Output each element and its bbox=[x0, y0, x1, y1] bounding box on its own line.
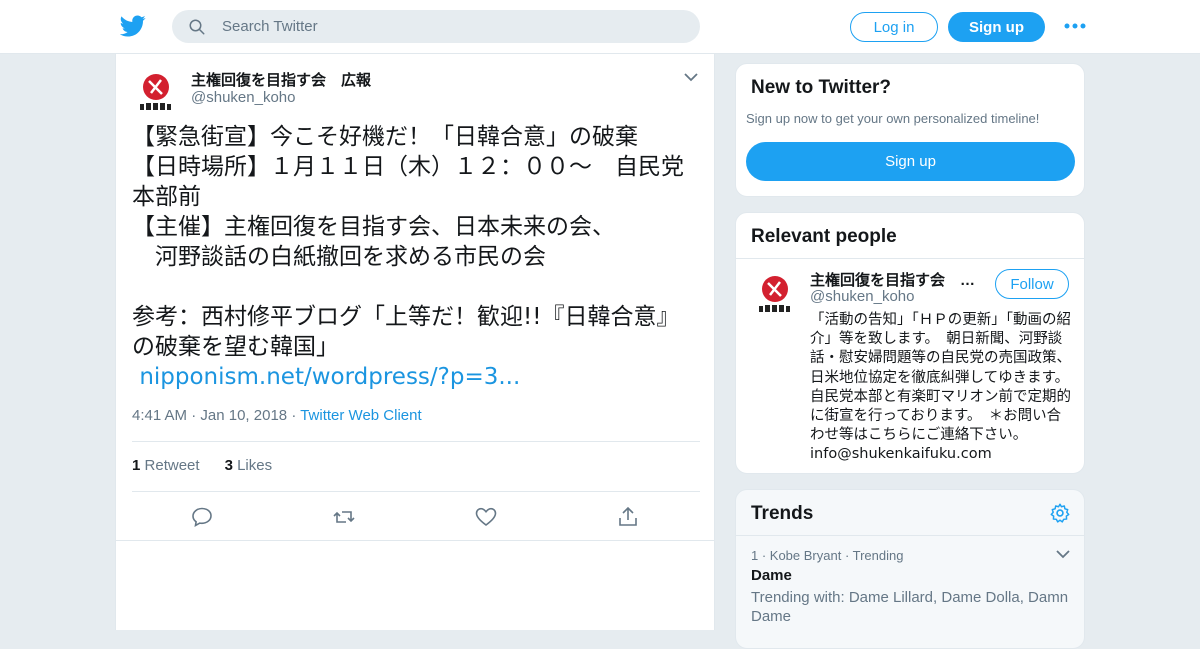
tweet-detail: 主権回復を目指す会 広報 @shuken_koho 【緊急街宣】今こそ好機だ！「… bbox=[115, 54, 715, 630]
twitter-bird-icon[interactable] bbox=[120, 13, 146, 39]
person-bio: 「活動の告知」「ＨＰの更新」「動画の紹介」等を致します。 朝日新聞、河野談話・慰… bbox=[810, 312, 1077, 463]
relevant-people-card: Relevant people 主権回復を目指す会 … @shuken_koho… bbox=[735, 212, 1085, 474]
chevron-down-icon[interactable] bbox=[1056, 549, 1070, 559]
like-heart-icon[interactable] bbox=[474, 505, 498, 529]
search-icon bbox=[189, 19, 205, 35]
separator-dot: · bbox=[291, 407, 297, 424]
retweet-stat-label: Retweet bbox=[144, 457, 200, 474]
author-name[interactable]: 主権回復を目指す会 広報 bbox=[191, 69, 371, 90]
like-stat[interactable]: 3 Likes bbox=[225, 457, 273, 474]
person-avatar-image bbox=[757, 276, 793, 313]
share-icon[interactable] bbox=[616, 505, 640, 529]
card-title: New to Twitter? bbox=[751, 77, 892, 98]
tweet-link[interactable]: nipponism.net/wordpress/?p=3... bbox=[132, 364, 520, 390]
divider bbox=[132, 491, 700, 492]
login-button[interactable]: Log in bbox=[850, 12, 938, 42]
search-input[interactable] bbox=[222, 10, 682, 43]
divider bbox=[116, 540, 714, 541]
more-dots-icon[interactable] bbox=[1064, 20, 1086, 32]
card-title: Relevant people bbox=[751, 226, 897, 247]
retweet-icon[interactable] bbox=[332, 505, 356, 529]
tweet-date[interactable]: Jan 10, 2018 bbox=[200, 407, 287, 424]
card-title: Trends bbox=[751, 503, 814, 524]
person-avatar[interactable] bbox=[751, 270, 799, 318]
top-navigation-bar: Log in Sign up bbox=[0, 0, 1200, 54]
search-box bbox=[172, 10, 700, 43]
retweet-stat[interactable]: 1 Retweet bbox=[132, 457, 200, 474]
author-avatar-image bbox=[138, 74, 174, 111]
tweet-stats: 1 Retweet 3 Likes bbox=[132, 457, 272, 474]
author-handle[interactable]: @shuken_koho bbox=[191, 89, 295, 106]
tweet-text: 【緊急街宣】今こそ好機だ！「日韓合意」の破棄 【日時場所】１月１１日（木）１２：… bbox=[132, 122, 702, 392]
chevron-down-icon[interactable] bbox=[684, 72, 698, 82]
gear-icon[interactable] bbox=[1049, 502, 1071, 524]
retweet-count: 1 bbox=[132, 457, 141, 474]
author-avatar[interactable] bbox=[132, 68, 180, 116]
divider bbox=[736, 258, 1084, 259]
person-name[interactable]: 主権回復を目指す会 … bbox=[810, 269, 975, 290]
trend-related: Trending with: Dame Lillard, Dame Dolla,… bbox=[751, 589, 1069, 625]
trend-name[interactable]: Dame bbox=[751, 567, 792, 584]
signup-button[interactable]: Sign up bbox=[948, 12, 1045, 42]
divider bbox=[132, 441, 700, 442]
trend-context: 1 · Kobe Bryant · Trending bbox=[751, 548, 904, 563]
tweet-time[interactable]: 4:41 AM bbox=[132, 407, 187, 424]
like-count: 3 bbox=[224, 457, 233, 474]
tweet-client-link[interactable]: Twitter Web Client bbox=[300, 407, 421, 424]
trends-card: Trends 1 · Kobe Bryant · Trending Dame T… bbox=[735, 489, 1085, 649]
person-handle[interactable]: @shuken_koho bbox=[810, 288, 914, 305]
tweet-body: 【緊急街宣】今こそ好機だ！「日韓合意」の破棄 【日時場所】１月１１日（木）１２：… bbox=[132, 124, 684, 360]
follow-button[interactable]: Follow bbox=[995, 269, 1069, 299]
new-to-twitter-card: New to Twitter? Sign up now to get your … bbox=[735, 63, 1085, 197]
signup-button[interactable]: Sign up bbox=[746, 142, 1075, 181]
card-subtitle: Sign up now to get your own personalized… bbox=[746, 111, 1040, 126]
separator-dot: · bbox=[191, 407, 197, 424]
tweet-metadata: 4:41 AM · Jan 10, 2018 · Twitter Web Cli… bbox=[132, 407, 422, 424]
like-stat-label: Likes bbox=[237, 457, 273, 474]
divider bbox=[736, 535, 1084, 536]
reply-icon[interactable] bbox=[190, 505, 214, 529]
